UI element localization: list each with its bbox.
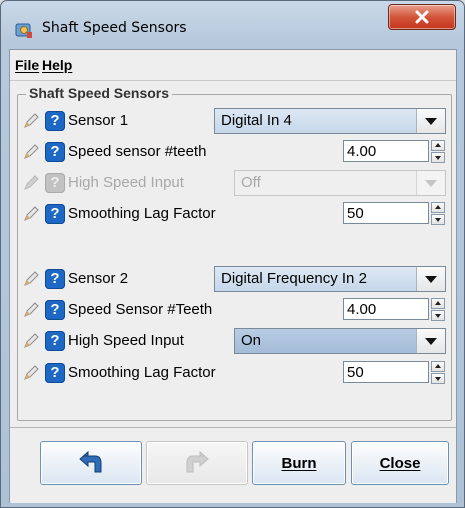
help-icon: ? [45,173,65,193]
app-icon [15,23,32,38]
teeth2-spin-buttons [431,298,445,322]
teeth2-input[interactable]: 4.00 [343,298,429,320]
sensor2-value: Digital Frequency In 2 [221,270,367,287]
help-icon[interactable]: ? [45,204,65,224]
shaft-speed-sensors-group: Shaft Speed Sensors ? Sensor 1 Digital I… [17,85,452,421]
pencil-icon [24,175,39,190]
teeth1-label: Speed sensor #teeth [68,143,207,160]
lag1-input[interactable]: 50 [343,202,429,224]
group-title: Shaft Speed Sensors [26,85,173,101]
redo-button [146,441,248,485]
help-icon[interactable]: ? [45,142,65,162]
help-icon[interactable]: ? [45,363,65,383]
spin-up-icon[interactable] [431,202,445,213]
lag2-row: ? Smoothing Lag Factor 50 [18,360,451,386]
spin-down-icon[interactable] [431,214,445,225]
pencil-icon[interactable] [22,364,40,382]
lag2-label: Smoothing Lag Factor [68,364,216,381]
sensor1-label: Sensor 1 [68,112,129,129]
help-icon[interactable]: ? [45,331,65,351]
menu-help[interactable]: Help [42,57,72,73]
burn-label: Burn [281,454,317,472]
lag1-spin-buttons [431,202,445,226]
highspeed1-select: Off [234,170,446,196]
help-icon[interactable]: ? [45,269,65,289]
close-icon [415,10,429,24]
lag2-spin-buttons [431,361,445,385]
lag2-input[interactable]: 50 [343,361,429,383]
sensor2-label: Sensor 2 [68,270,129,287]
teeth1-spinner[interactable]: 4.00 [343,140,449,164]
highspeed2-value: On [241,332,262,349]
sensor1-select[interactable]: Digital In 4 [214,108,446,134]
burn-button[interactable]: Burn [252,441,346,485]
dialog-client-area: File Help Shaft Speed Sensors ? Sensor 1… [9,49,457,503]
teeth2-spinner[interactable]: 4.00 [343,298,449,322]
title-bar[interactable]: Shaft Speed Sensors [1,1,464,49]
highspeed1-value: Off [241,174,261,191]
menu-file[interactable]: File [15,57,39,73]
highspeed2-row: ? High Speed Input On [18,328,451,354]
lag1-row: ? Smoothing Lag Factor 50 [18,201,451,227]
spin-down-icon[interactable] [431,152,445,163]
teeth1-row: ? Speed sensor #teeth 4.00 [18,139,451,165]
sensor1-row: ? Sensor 1 Digital In 4 [18,108,451,134]
chevron-down-icon[interactable] [416,267,445,291]
teeth1-spin-buttons [431,140,445,164]
window-close-button[interactable] [388,4,456,30]
lag2-spinner[interactable]: 50 [343,361,449,385]
button-bar: Burn Close [10,427,456,503]
pencil-icon[interactable] [22,332,40,350]
sensor2-row: ? Sensor 2 Digital Frequency In 2 [18,266,451,292]
redo-arrow-icon [186,450,209,473]
teeth1-input[interactable]: 4.00 [343,140,429,162]
spin-up-icon[interactable] [431,140,445,151]
close-button[interactable]: Close [351,441,449,485]
highspeed2-label: High Speed Input [68,332,184,349]
lag1-label: Smoothing Lag Factor [68,205,216,222]
chevron-down-icon[interactable] [416,109,445,133]
spin-down-icon[interactable] [431,310,445,321]
close-label: Close [379,454,421,472]
pencil-icon[interactable] [22,205,40,223]
sensor2-select[interactable]: Digital Frequency In 2 [214,266,446,292]
spin-up-icon[interactable] [431,298,445,309]
help-icon[interactable]: ? [45,111,65,131]
sensor1-value: Digital In 4 [221,112,292,129]
help-icon[interactable]: ? [45,300,65,320]
highspeed2-select[interactable]: On [234,328,446,354]
pencil-icon[interactable] [22,270,40,288]
chevron-down-icon [416,171,445,195]
highspeed1-row: ? High Speed Input Off [18,170,451,196]
undo-button[interactable] [40,441,142,485]
pencil-icon[interactable] [22,143,40,161]
teeth2-row: ? Speed Sensor #Teeth 4.00 [18,297,451,323]
lag1-spinner[interactable]: 50 [343,202,449,226]
window-title: Shaft Speed Sensors [42,20,187,36]
teeth2-label: Speed Sensor #Teeth [68,301,213,318]
chevron-down-icon[interactable] [416,329,445,353]
menu-bar: File Help [10,50,456,81]
spin-down-icon[interactable] [431,373,445,384]
spin-up-icon[interactable] [431,361,445,372]
pencil-icon[interactable] [22,112,40,130]
dialog-window: Shaft Speed Sensors File Help Shaft Spee… [0,0,465,508]
undo-arrow-icon [79,450,102,473]
pencil-icon[interactable] [22,301,40,319]
highspeed1-label: High Speed Input [68,174,184,191]
